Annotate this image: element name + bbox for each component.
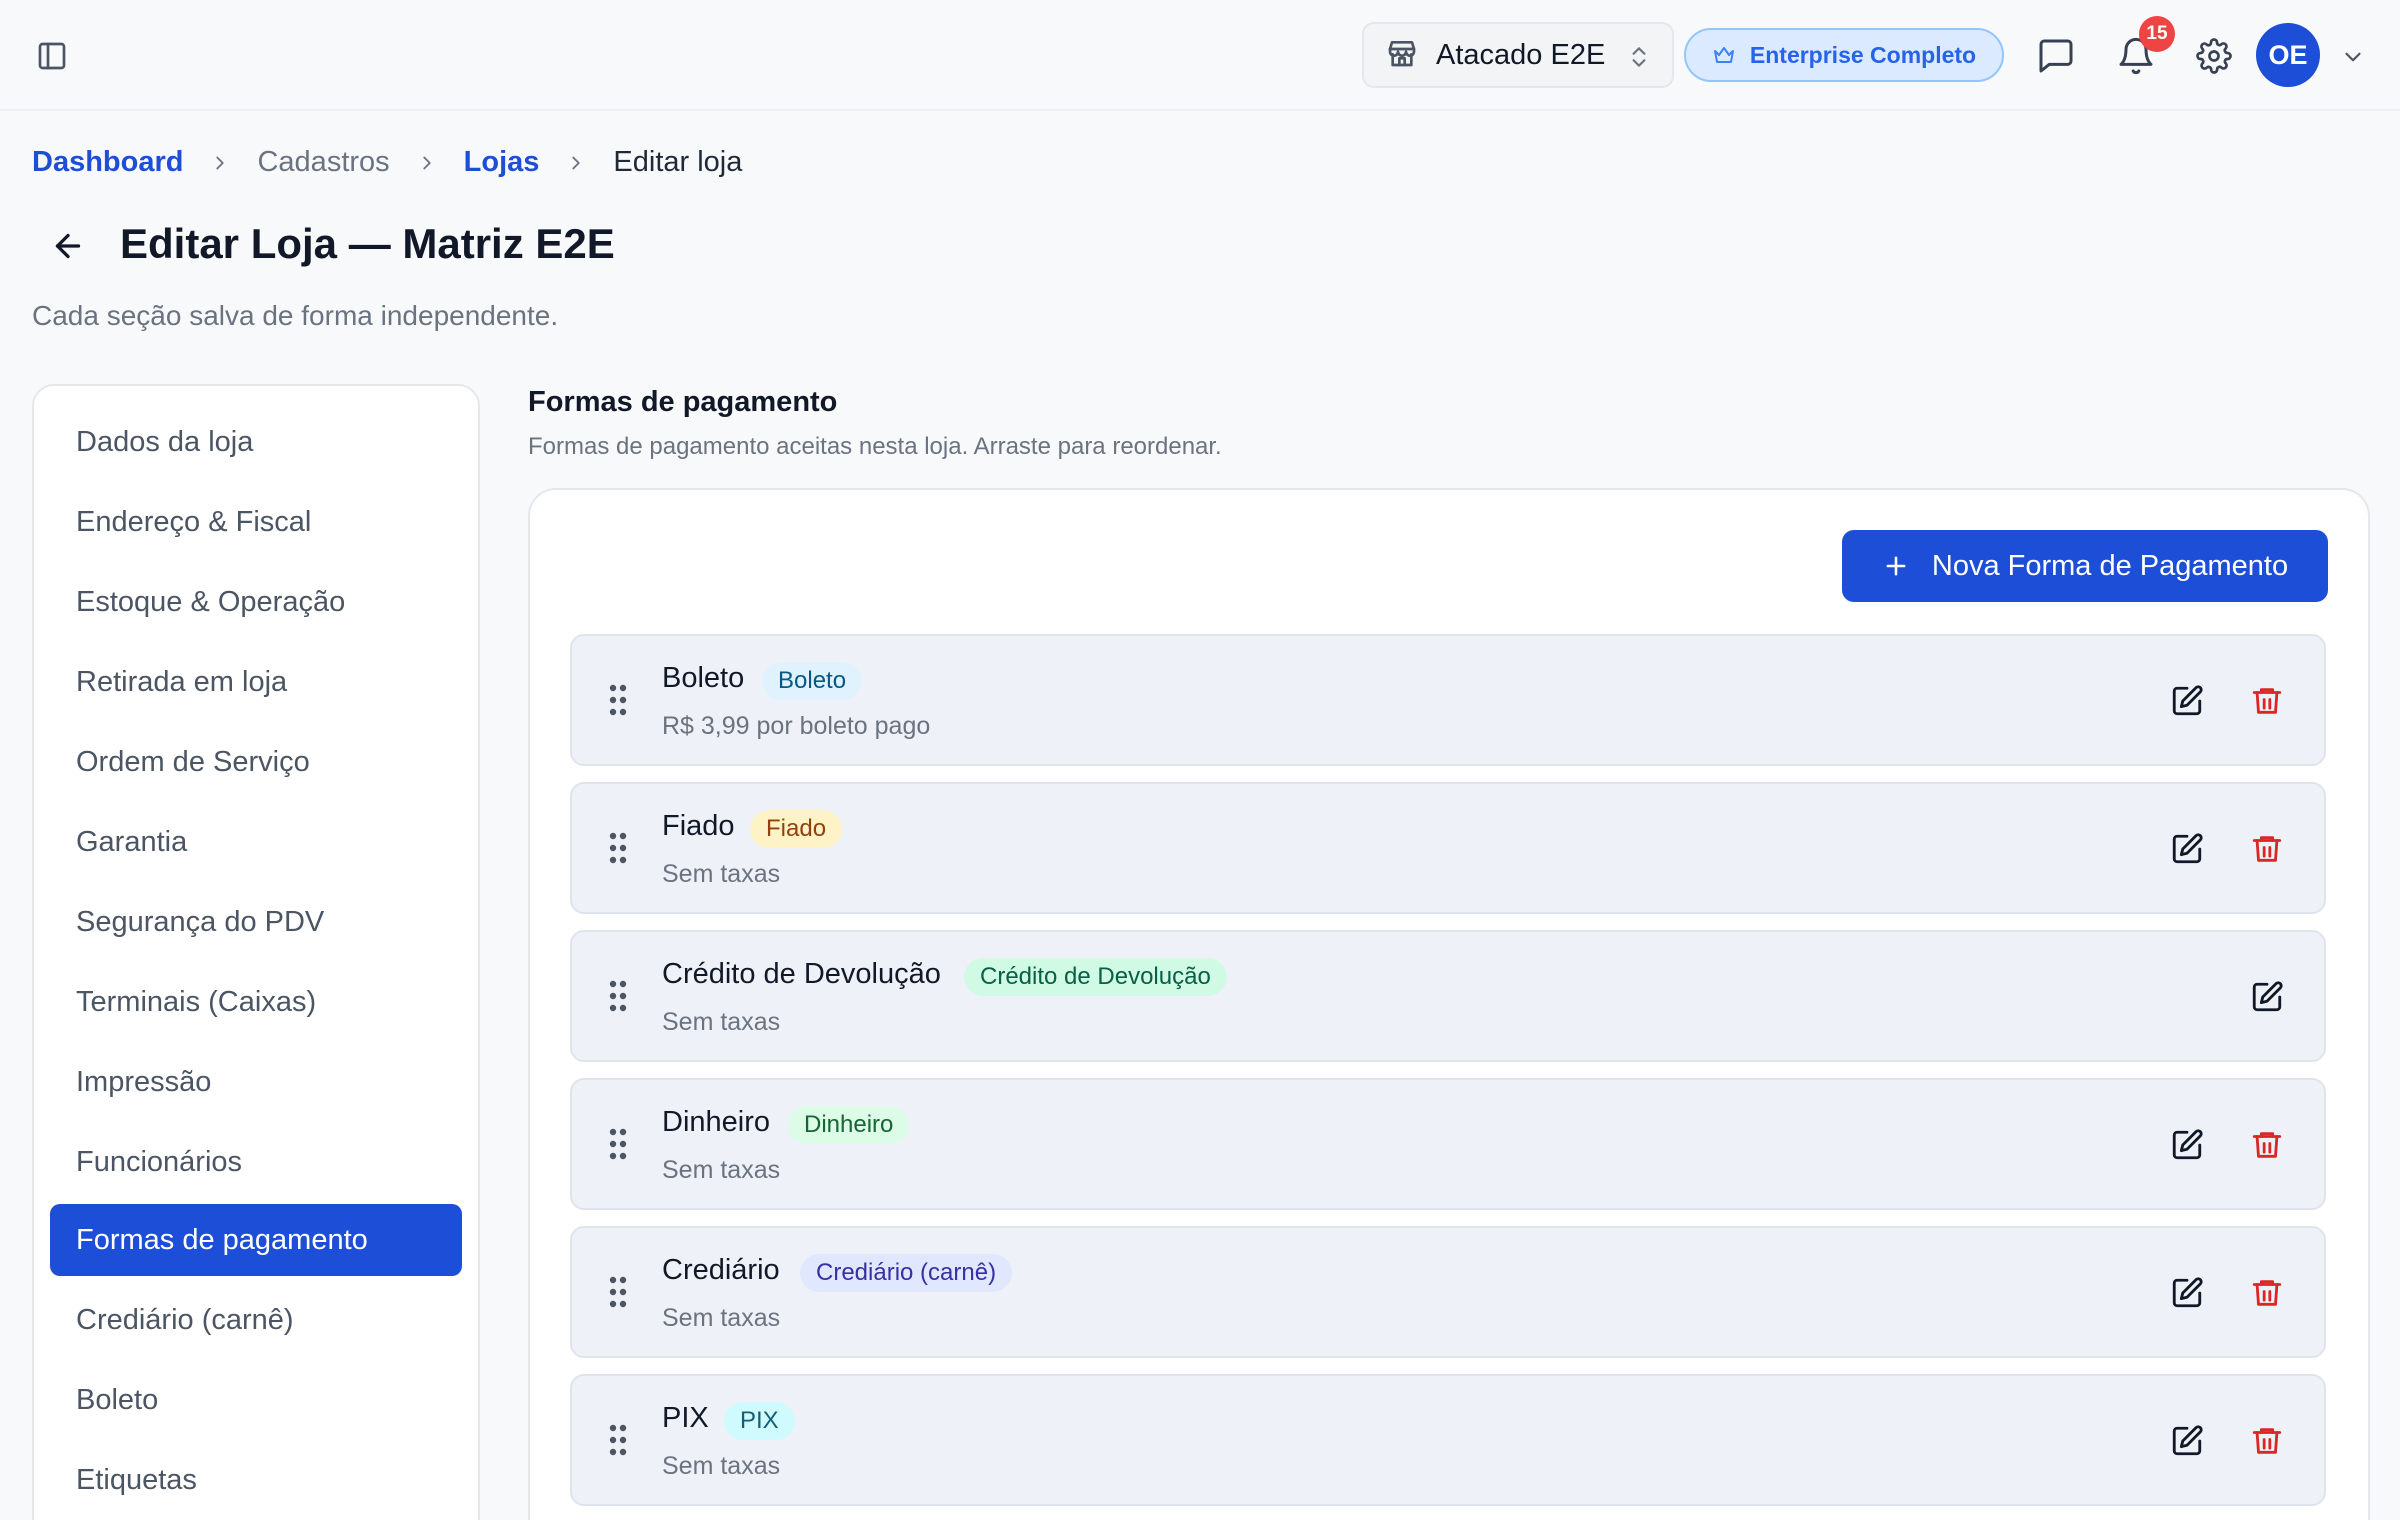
plus-icon (1886, 556, 1906, 576)
chevron-right-icon (565, 152, 587, 174)
chevron-up-down-icon (1626, 42, 1652, 77)
payment-type-tag: Crediário (carnê) (800, 1254, 1013, 1292)
payment-method-fee: Sem taxas (662, 1452, 781, 1480)
store-selector[interactable]: Atacado E2E (1362, 22, 1674, 88)
section-description: Formas de pagamento aceitas nesta loja. … (528, 433, 1222, 460)
drag-handle-icon[interactable] (608, 1274, 628, 1315)
chevron-right-icon (416, 152, 438, 174)
payment-method-name: Crédito de Devolução (662, 958, 941, 990)
payment-method-row: Crédito de Devolução Crédito de Devoluçã… (570, 930, 2326, 1062)
payment-method-fee: R$ 3,99 por boleto pago (662, 712, 931, 740)
store-selector-label: Atacado E2E (1436, 38, 1606, 71)
message-icon[interactable] (2036, 36, 2076, 81)
plan-badge-label: Enterprise Completo (1749, 41, 1977, 68)
payment-type-tag: PIX (724, 1402, 795, 1440)
page-subtitle: Cada seção salva de forma independente. (32, 300, 559, 331)
nav-item-seguranca-pdv[interactable]: Segurança do PDV (50, 886, 462, 958)
payment-method-name: PIX (662, 1402, 709, 1434)
edit-icon[interactable] (2170, 1424, 2204, 1463)
breadcrumb: Dashboard Cadastros Lojas Editar loja (32, 146, 742, 179)
payment-method-name: Boleto (662, 662, 745, 694)
trash-icon[interactable] (2250, 684, 2284, 723)
payment-method-fee: Sem taxas (662, 1008, 781, 1036)
payment-method-row: Crediário Crediário (carnê) Sem taxas (570, 1226, 2326, 1358)
crown-icon (1713, 47, 1734, 63)
payment-type-tag: Dinheiro (788, 1106, 910, 1144)
nav-item-dados-da-loja[interactable]: Dados da loja (50, 406, 462, 478)
drag-handle-icon[interactable] (608, 978, 628, 1019)
nav-item-estoque-operacao[interactable]: Estoque & Operação (50, 566, 462, 638)
payment-method-fee: Sem taxas (662, 1156, 781, 1184)
breadcrumb-current: Editar loja (613, 146, 743, 178)
new-payment-method-label: Nova Forma de Pagamento (1931, 549, 2289, 582)
nav-item-boleto[interactable]: Boleto (50, 1364, 462, 1436)
top-bar: Atacado E2E Enterprise Completo 15 OE (0, 0, 2400, 111)
payment-method-row: Dinheiro Dinheiro Sem taxas (570, 1078, 2326, 1210)
payment-method-row: PIX PIX Sem taxas (570, 1374, 2326, 1506)
payment-method-name: Fiado (662, 810, 735, 842)
page-title: Editar Loja — Matriz E2E (120, 220, 615, 267)
payment-type-tag: Boleto (762, 662, 863, 700)
nav-item-garantia[interactable]: Garantia (50, 806, 462, 878)
new-payment-method-button[interactable]: Nova Forma de Pagamento (1842, 530, 2328, 602)
nav-item-funcionarios[interactable]: Funcionários (50, 1126, 462, 1198)
avatar[interactable]: OE (2256, 23, 2320, 87)
breadcrumb-cadastros: Cadastros (257, 146, 390, 178)
nav-item-endereco-fiscal[interactable]: Endereço & Fiscal (50, 486, 462, 558)
payment-method-name: Crediário (662, 1254, 780, 1286)
chevron-right-icon (209, 152, 231, 174)
trash-icon[interactable] (2250, 1424, 2284, 1463)
nav-item-formas-de-pagamento[interactable]: Formas de pagamento (50, 1204, 462, 1276)
edit-icon[interactable] (2170, 1128, 2204, 1167)
notification-count-badge: 15 (2139, 16, 2175, 52)
breadcrumb-dashboard-link[interactable]: Dashboard (32, 146, 183, 179)
nav-item-retirada-em-loja[interactable]: Retirada em loja (50, 646, 462, 718)
nav-item-crediario[interactable]: Crediário (carnê) (50, 1284, 462, 1356)
back-arrow-icon[interactable] (50, 228, 86, 269)
drag-handle-icon[interactable] (608, 830, 628, 871)
edit-icon[interactable] (2170, 1276, 2204, 1315)
payment-method-row: Boleto Boleto R$ 3,99 por boleto pago (570, 634, 2326, 766)
nav-item-terminais[interactable]: Terminais (Caixas) (50, 966, 462, 1038)
edit-icon[interactable] (2170, 832, 2204, 871)
nav-item-etiquetas[interactable]: Etiquetas (50, 1444, 462, 1516)
section-nav: Dados da loja Endereço & Fiscal Estoque … (32, 384, 480, 1520)
sidebar-toggle-icon[interactable] (36, 40, 68, 72)
chevron-down-icon[interactable] (2340, 44, 2366, 75)
payment-method-row: Fiado Fiado Sem taxas (570, 782, 2326, 914)
payment-type-tag: Fiado (750, 810, 843, 848)
plan-badge[interactable]: Enterprise Completo (1684, 28, 2004, 82)
trash-icon[interactable] (2250, 1276, 2284, 1315)
drag-handle-icon[interactable] (608, 682, 628, 723)
payment-method-fee: Sem taxas (662, 1304, 781, 1332)
payment-method-name: Dinheiro (662, 1106, 770, 1138)
drag-handle-icon[interactable] (608, 1422, 628, 1463)
edit-icon[interactable] (2170, 684, 2204, 723)
drag-handle-icon[interactable] (608, 1126, 628, 1167)
edit-icon[interactable] (2250, 980, 2284, 1019)
trash-icon[interactable] (2250, 1128, 2284, 1167)
section-title: Formas de pagamento (528, 386, 838, 418)
gear-icon[interactable] (2196, 38, 2232, 79)
nav-item-impressao[interactable]: Impressão (50, 1046, 462, 1118)
breadcrumb-lojas-link[interactable]: Lojas (464, 146, 540, 179)
nav-item-ordem-de-servico[interactable]: Ordem de Serviço (50, 726, 462, 798)
store-icon (1386, 37, 1418, 74)
trash-icon[interactable] (2250, 832, 2284, 871)
payment-method-fee: Sem taxas (662, 860, 781, 888)
payment-type-tag: Crédito de Devolução (964, 958, 1227, 996)
